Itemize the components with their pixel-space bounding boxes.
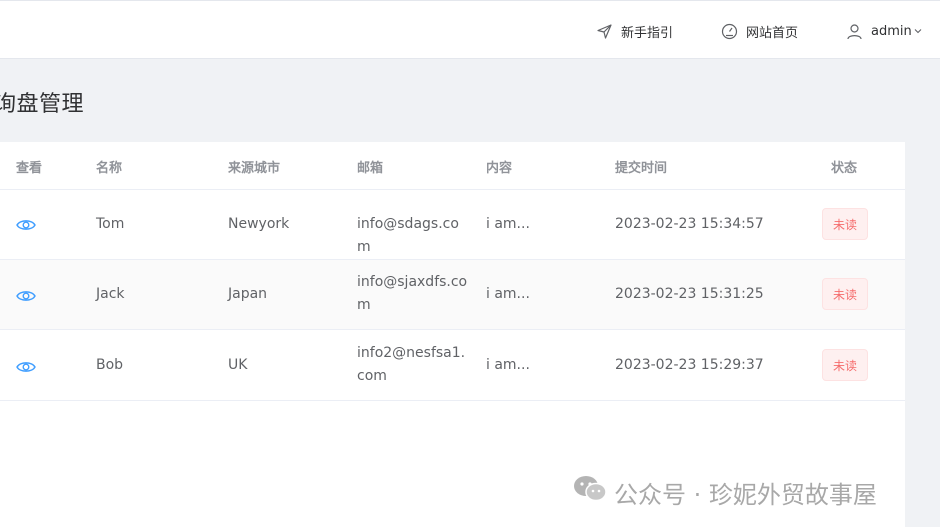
view-eye-icon[interactable] — [16, 217, 36, 236]
status-badge: 未读 — [822, 208, 868, 240]
view-eye-icon[interactable] — [16, 288, 36, 307]
cell-time: 2023-02-23 15:34:57 — [615, 216, 764, 232]
column-name: 名称 — [96, 161, 123, 176]
column-city: 来源城市 — [228, 161, 281, 176]
view-eye-icon[interactable] — [16, 359, 36, 378]
page-title: 询盘管理 — [0, 86, 84, 118]
column-content: 内容 — [486, 161, 513, 176]
cell-city: UK — [228, 357, 248, 373]
page-gutter — [905, 59, 940, 527]
nav-guide-link[interactable]: 新手指引 — [596, 21, 673, 41]
cell-name: Jack — [96, 286, 125, 302]
table-row[interactable]: Tom Newyork info@sdags.com i am... 2023-… — [0, 190, 905, 260]
cell-email: info@sjaxdfs.com — [357, 274, 468, 313]
dashboard-icon — [721, 23, 738, 40]
nav-guide-label: 新手指引 — [621, 25, 674, 41]
cell-city: Japan — [228, 286, 268, 302]
top-header: 新手指引 网站首页 admin — [0, 0, 940, 59]
page-title-text: 询盘管理 — [0, 92, 85, 117]
cell-email: info@sdags.com — [357, 216, 459, 255]
status-badge: 未读 — [822, 349, 868, 381]
table-row[interactable]: Jack Japan info@sjaxdfs.com i am... 2023… — [0, 260, 905, 330]
column-email: 邮箱 — [357, 161, 384, 176]
cell-city: Newyork — [228, 216, 290, 232]
chevron-down-icon — [913, 26, 923, 36]
cell-email: info2@nesfsa1.com — [357, 345, 466, 384]
cell-content: i am... — [486, 216, 530, 232]
cell-name: Tom — [96, 216, 125, 232]
cell-name: Bob — [96, 357, 124, 373]
user-menu[interactable]: admin — [846, 21, 923, 41]
column-status: 状态 — [831, 161, 858, 176]
cell-content: i am... — [486, 357, 530, 373]
user-icon — [846, 23, 863, 40]
table-header: 查看 名称 来源城市 邮箱 内容 提交时间 状态 — [0, 142, 905, 190]
cell-time: 2023-02-23 15:31:25 — [615, 286, 764, 302]
column-view: 查看 — [16, 161, 43, 176]
inquiry-table: 查看 名称 来源城市 邮箱 内容 提交时间 状态 Tom Newyork inf… — [0, 142, 905, 527]
status-badge: 未读 — [822, 278, 868, 310]
watermark: 公众号 · 珍妮外贸故事屋 — [572, 474, 877, 510]
navigation-arrow-icon — [596, 23, 613, 40]
table-row[interactable]: Bob UK info2@nesfsa1.com i am... 2023-02… — [0, 330, 905, 401]
cell-content: i am... — [486, 286, 530, 302]
nav-home-label: 网站首页 — [746, 25, 799, 41]
watermark-text: 公众号 · 珍妮外贸故事屋 — [614, 480, 877, 509]
user-name: admin — [871, 23, 912, 39]
column-time: 提交时间 — [615, 161, 668, 176]
wechat-icon — [572, 474, 608, 510]
nav-home-link[interactable]: 网站首页 — [721, 21, 798, 41]
cell-time: 2023-02-23 15:29:37 — [615, 357, 764, 373]
